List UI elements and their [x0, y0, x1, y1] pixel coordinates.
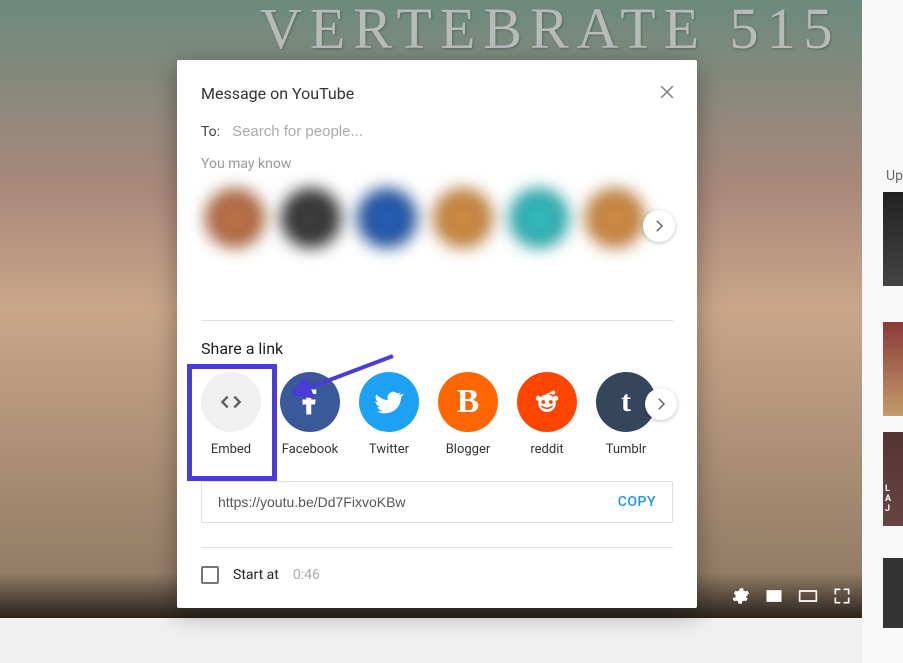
share-label-text: reddit: [530, 442, 563, 457]
start-at-label: Start at: [233, 567, 279, 583]
chevron-right-icon: [652, 395, 670, 413]
chevron-right-icon: [650, 217, 668, 235]
video-bg-text: VERTEBRATE 515: [260, 0, 841, 62]
start-at-checkbox[interactable]: [201, 566, 219, 584]
share-blogger[interactable]: B Blogger: [438, 372, 498, 457]
to-row: To:: [201, 123, 673, 140]
share-url-box: COPY: [201, 481, 673, 523]
share-modal: Message on YouTube To: You may know Shar…: [177, 60, 697, 608]
share-label-text: Twitter: [369, 442, 409, 457]
share-label-text: Facebook: [282, 442, 338, 457]
divider: [201, 320, 673, 321]
share-reddit[interactable]: reddit: [517, 372, 577, 457]
contact-avatar[interactable]: [509, 188, 569, 248]
upnext-label: Up: [886, 168, 903, 184]
share-label-text: Embed: [211, 442, 251, 457]
share-twitter[interactable]: Twitter: [359, 372, 419, 457]
embed-icon: [201, 372, 261, 432]
search-people-input[interactable]: [232, 123, 673, 140]
share-next-button[interactable]: [645, 388, 677, 420]
contact-avatar[interactable]: [585, 188, 645, 248]
close-icon: [657, 82, 677, 102]
contacts-strip: [201, 180, 673, 300]
contact-avatar[interactable]: [357, 188, 417, 248]
theater-icon[interactable]: [798, 586, 818, 606]
fullscreen-icon[interactable]: [832, 586, 852, 606]
share-url-input[interactable]: [218, 494, 618, 510]
sidebar-thumb[interactable]: [883, 192, 903, 286]
contact-avatar[interactable]: [433, 188, 493, 248]
share-row: Embed Facebook Twitter B Blogger reddit …: [201, 372, 673, 457]
thumb-overlay: LAJ: [885, 484, 891, 514]
close-button[interactable]: [657, 82, 677, 106]
blogger-icon: B: [438, 372, 498, 432]
share-facebook[interactable]: Facebook: [280, 372, 340, 457]
to-label: To:: [201, 124, 220, 140]
settings-icon[interactable]: [730, 586, 750, 606]
share-embed[interactable]: Embed: [201, 372, 261, 457]
you-may-know-label: You may know: [201, 156, 673, 172]
facebook-icon: [280, 372, 340, 432]
share-label-text: Tumblr: [606, 442, 647, 457]
modal-title: Message on YouTube: [201, 84, 673, 103]
contact-avatar[interactable]: [281, 188, 341, 248]
sidebar-thumb[interactable]: LAJ: [883, 432, 903, 526]
miniplayer-icon[interactable]: [764, 586, 784, 606]
contacts-next-button[interactable]: [643, 210, 675, 242]
start-at-time[interactable]: 0:46: [293, 567, 320, 583]
twitter-icon: [359, 372, 419, 432]
sidebar-thumb[interactable]: [883, 558, 903, 628]
divider: [201, 547, 673, 548]
start-at-row: Start at 0:46: [201, 566, 673, 584]
share-tumblr[interactable]: t Tumblr: [596, 372, 656, 457]
sidebar: Up LAJ: [862, 0, 903, 663]
sidebar-thumb[interactable]: [883, 322, 903, 416]
share-label-text: Blogger: [446, 442, 491, 457]
copy-button[interactable]: COPY: [618, 494, 656, 510]
reddit-icon: [517, 372, 577, 432]
contact-avatar[interactable]: [205, 188, 265, 248]
share-link-label: Share a link: [201, 339, 673, 358]
